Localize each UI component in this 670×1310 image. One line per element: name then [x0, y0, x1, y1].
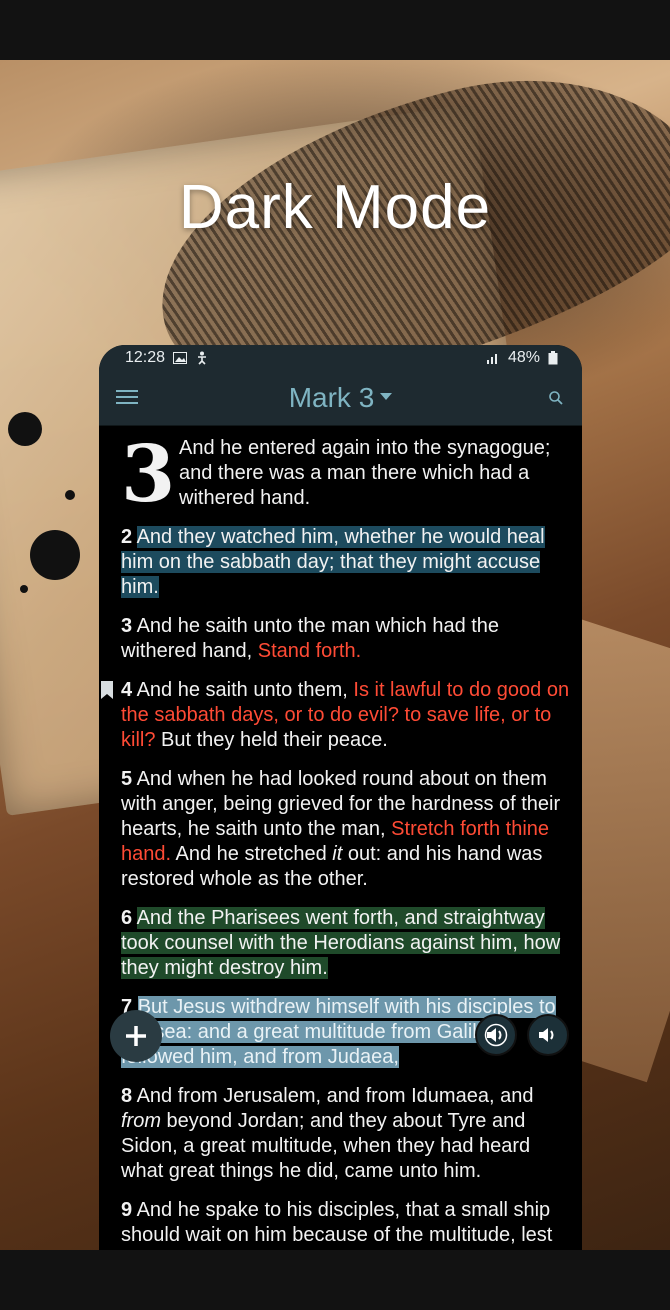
verse-number: 2	[121, 526, 133, 548]
chapter-title: Mark 3	[288, 382, 375, 413]
verse-number: 9	[121, 1199, 133, 1221]
phone-screen: 12:28 48% Mark 3 3 And he entered again …	[99, 345, 582, 1250]
battery-icon	[548, 351, 558, 365]
ink-splatter	[65, 490, 75, 500]
verse-6[interactable]: 6 And the Pharisees went forth, and stra…	[121, 906, 572, 981]
verse-5[interactable]: 5 And when he had looked round about on …	[121, 767, 572, 892]
verse-number: 5	[121, 768, 133, 790]
verse-text: And he saith unto them,	[136, 679, 354, 701]
verse-number: 4	[121, 679, 133, 701]
ink-splatter	[20, 585, 28, 593]
italic-word: from	[121, 1110, 161, 1132]
image-notification-icon	[173, 352, 188, 364]
ink-splatter	[8, 412, 42, 446]
status-time: 12:28	[125, 349, 166, 366]
verse-9[interactable]: 9 And he spake to his disciples, that a …	[121, 1198, 572, 1248]
chapter-text: 3 And he entered again into the synagogu…	[99, 426, 582, 1248]
italic-word: it	[332, 843, 343, 865]
search-icon[interactable]	[548, 390, 564, 406]
verse-text: And they watched him, whether he would h…	[121, 526, 545, 598]
verse-4[interactable]: 4 And he saith unto them, Is it lawful t…	[101, 678, 572, 753]
speaker-icon	[484, 1023, 508, 1047]
status-bar: 12:28 48%	[99, 345, 582, 371]
app-bar: Mark 3	[99, 371, 582, 426]
bookmark-icon[interactable]	[101, 681, 113, 699]
chapter-dropcap: 3	[121, 429, 176, 520]
verse-text: And he stretched	[171, 843, 333, 865]
verse-3[interactable]: 3 And he saith unto the man which had th…	[121, 614, 572, 664]
verse-text: And he entered again into the synagogue;…	[179, 437, 551, 509]
verse-text: beyond Jordan; and they about Tyre and S…	[121, 1110, 531, 1182]
accessibility-icon	[198, 351, 207, 365]
verse-text: But they held their peace.	[155, 729, 388, 751]
audio-speaker-button[interactable]	[527, 1014, 569, 1056]
plus-icon	[126, 1026, 146, 1046]
verse-1[interactable]: 3 And he entered again into the synagogu…	[121, 429, 572, 520]
audio-play-button[interactable]	[475, 1014, 517, 1056]
verse-text: And from Jerusalem, and from Idumaea, an…	[136, 1085, 534, 1107]
ink-splatter	[30, 530, 80, 580]
verse-8[interactable]: 8 And from Jerusalem, and from Idumaea, …	[121, 1084, 572, 1184]
verse-text: And he spake to his disciples, that a sm…	[121, 1199, 553, 1246]
add-button[interactable]	[110, 1010, 162, 1062]
verse-text: And the Pharisees went forth, and straig…	[121, 907, 561, 979]
promo-title: Dark Mode	[178, 173, 492, 242]
chapter-selector[interactable]: Mark 3	[99, 382, 582, 414]
speaker-icon	[539, 1028, 554, 1042]
verse-2[interactable]: 2 And they watched him, whether he would…	[121, 525, 572, 600]
battery-percent: 48%	[507, 349, 540, 366]
words-of-jesus: Stand forth.	[257, 640, 362, 662]
chevron-down-icon	[380, 393, 393, 401]
verse-number: 3	[121, 615, 133, 637]
signal-icon	[486, 354, 497, 364]
verse-number: 6	[121, 907, 133, 929]
verse-number: 8	[121, 1085, 133, 1107]
